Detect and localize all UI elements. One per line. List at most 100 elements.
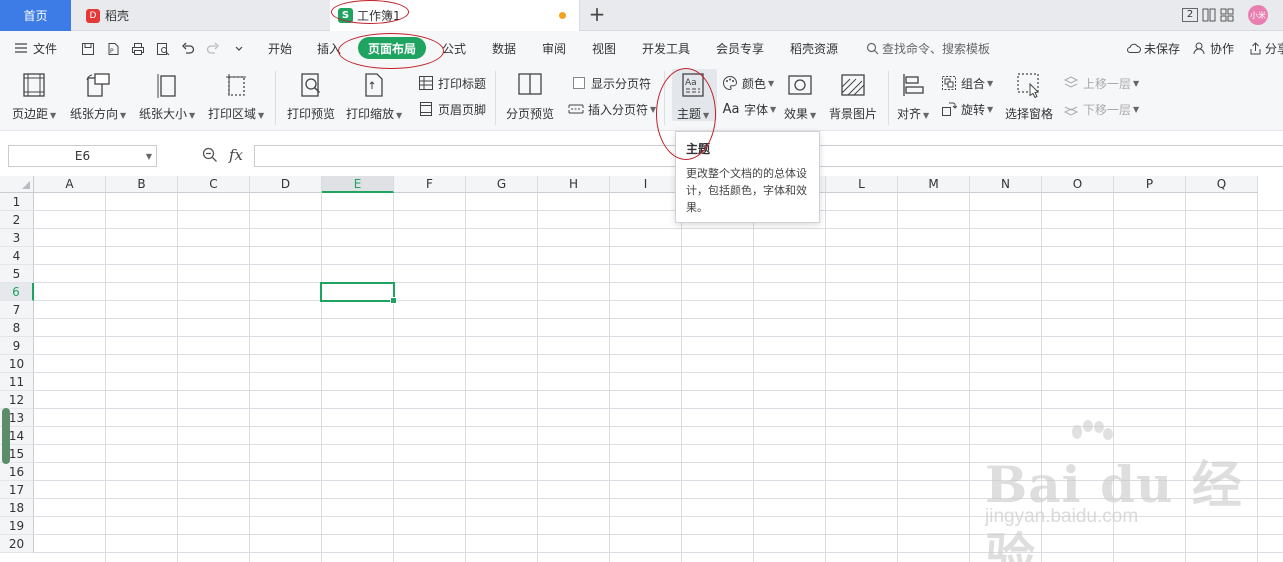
grid-column-line [969, 193, 970, 562]
show-page-breaks-checkbox[interactable]: 显示分页符 [571, 73, 651, 93]
group-icon [941, 75, 957, 91]
tab-formulas[interactable]: 公式 [442, 31, 466, 65]
row-header-6[interactable]: 6 [0, 283, 34, 301]
column-header-b[interactable]: B [106, 176, 178, 193]
user-avatar[interactable]: 小米 [1248, 5, 1268, 25]
orientation-button[interactable]: 纸张方向 ▼ [70, 71, 126, 127]
tab-start[interactable]: 开始 [268, 31, 292, 65]
command-search[interactable]: 查找命令、搜索模板 [866, 31, 990, 65]
paper-size-button[interactable]: 纸张大小 ▼ [139, 71, 195, 127]
grid-column-line [105, 193, 106, 562]
header-footer-icon [418, 101, 434, 117]
tab-daoke-resources[interactable]: 稻壳资源 [790, 31, 838, 65]
share-button[interactable]: 分享 [1249, 31, 1283, 65]
column-header-h[interactable]: H [538, 176, 610, 193]
page-break-preview-button[interactable]: 分页预览 [506, 71, 554, 127]
bring-forward-icon [1063, 75, 1079, 91]
tab-daoke[interactable]: D 稻壳 [72, 0, 330, 31]
column-header-d[interactable]: D [250, 176, 322, 193]
print-titles-button[interactable]: 打印标题 [418, 73, 486, 93]
row-header-19[interactable]: 19 [0, 517, 34, 535]
row-header-2[interactable]: 2 [0, 211, 34, 229]
selection-pane-button[interactable]: 选择窗格 [1005, 71, 1053, 127]
apps-grid-icon[interactable] [1219, 5, 1235, 25]
hamburger-icon [15, 43, 27, 53]
header-footer-button[interactable]: 页眉页脚 [418, 99, 486, 119]
tab-data[interactable]: 数据 [492, 31, 516, 65]
column-header-l[interactable]: L [826, 176, 898, 193]
save-icon[interactable] [80, 41, 96, 57]
tab-review[interactable]: 审阅 [542, 31, 566, 65]
window-layout-icon[interactable] [1201, 5, 1217, 25]
row-header-8[interactable]: 8 [0, 319, 34, 337]
fonts-button[interactable]: Aa 字体 ▼ [722, 99, 777, 119]
column-header-q[interactable]: Q [1186, 176, 1258, 193]
tab-workbook[interactable]: S 工作簿1 [330, 0, 580, 31]
tab-insert[interactable]: 插入 [317, 31, 341, 65]
column-header-p[interactable]: P [1114, 176, 1186, 193]
print-preview-icon[interactable] [155, 41, 171, 57]
row-header-10[interactable]: 10 [0, 355, 34, 373]
zoom-icon[interactable] [202, 147, 218, 163]
column-header-o[interactable]: O [1042, 176, 1114, 193]
row-header-3[interactable]: 3 [0, 229, 34, 247]
column-header-g[interactable]: G [466, 176, 538, 193]
selected-cell-e6[interactable] [320, 282, 397, 304]
row-header-20[interactable]: 20 [0, 535, 34, 553]
select-all-corner[interactable] [0, 176, 34, 193]
row-header-4[interactable]: 4 [0, 247, 34, 265]
margins-button[interactable]: 页边距 ▼ [12, 71, 56, 127]
collaborate-button[interactable]: 协作 [1193, 31, 1234, 65]
row-header-16[interactable]: 16 [0, 463, 34, 481]
ribbon-divider [888, 71, 889, 125]
tab-page-layout[interactable]: 页面布局 [358, 37, 426, 59]
redo-icon[interactable] [205, 41, 221, 57]
row-scroll-thumb[interactable] [2, 408, 10, 464]
insert-page-break-button[interactable]: 插入分页符 ▼ [568, 99, 656, 119]
effects-button[interactable]: 效果 ▼ [784, 71, 816, 127]
row-header-5[interactable]: 5 [0, 265, 34, 283]
undo-icon[interactable] [180, 41, 196, 57]
send-backward-button[interactable]: 下移一层 ▼ [1063, 99, 1139, 119]
column-header-f[interactable]: F [394, 176, 466, 193]
tab-view[interactable]: 视图 [592, 31, 616, 65]
tab-members[interactable]: 会员专享 [716, 31, 764, 65]
print-scale-button[interactable]: 打印缩放 ▼ [346, 71, 402, 127]
theme-button[interactable]: Aa 主题 ▼ [677, 71, 709, 127]
row-header-12[interactable]: 12 [0, 391, 34, 409]
tab-developer[interactable]: 开发工具 [642, 31, 690, 65]
group-button[interactable]: 组合 ▼ [941, 73, 993, 93]
name-box-dropdown-icon[interactable]: ▼ [146, 152, 152, 161]
column-header-i[interactable]: I [610, 176, 682, 193]
column-header-c[interactable]: C [178, 176, 250, 193]
row-header-17[interactable]: 17 [0, 481, 34, 499]
row-header-9[interactable]: 9 [0, 337, 34, 355]
background-image-button[interactable]: 背景图片 [829, 71, 877, 127]
quick-access-dropdown-icon[interactable] [231, 41, 247, 57]
bring-forward-button[interactable]: 上移一层 ▼ [1063, 73, 1139, 93]
column-header-m[interactable]: M [898, 176, 970, 193]
column-header-e[interactable]: E [322, 176, 394, 193]
window-count-button[interactable]: 2 [1182, 8, 1198, 22]
align-button[interactable]: 对齐 ▼ [897, 71, 929, 127]
column-header-n[interactable]: N [970, 176, 1042, 193]
print-area-button[interactable]: 打印区域 ▼ [208, 71, 264, 127]
print-preview-button[interactable]: 打印预览 [287, 71, 335, 127]
row-header-18[interactable]: 18 [0, 499, 34, 517]
row-header-1[interactable]: 1 [0, 193, 34, 211]
export-pdf-icon[interactable]: P [105, 41, 121, 57]
print-icon[interactable] [130, 41, 146, 57]
insert-function-icon[interactable]: fx [229, 146, 243, 164]
tab-home[interactable]: 首页 [0, 0, 71, 31]
rotate-button[interactable]: 旋转 ▼ [941, 99, 993, 119]
name-box[interactable]: E6 ▼ [8, 145, 157, 167]
margins-label: 页边距 [12, 107, 49, 121]
row-header-7[interactable]: 7 [0, 301, 34, 319]
row-header-11[interactable]: 11 [0, 373, 34, 391]
unsaved-status-button[interactable]: 未保存 [1126, 31, 1180, 65]
column-header-a[interactable]: A [34, 176, 106, 193]
print-area-label: 打印区域 [208, 107, 257, 121]
new-tab-button[interactable]: + [586, 4, 608, 26]
colors-button[interactable]: 颜色 ▼ [722, 73, 774, 93]
file-menu-button[interactable]: 文件 [14, 31, 57, 65]
